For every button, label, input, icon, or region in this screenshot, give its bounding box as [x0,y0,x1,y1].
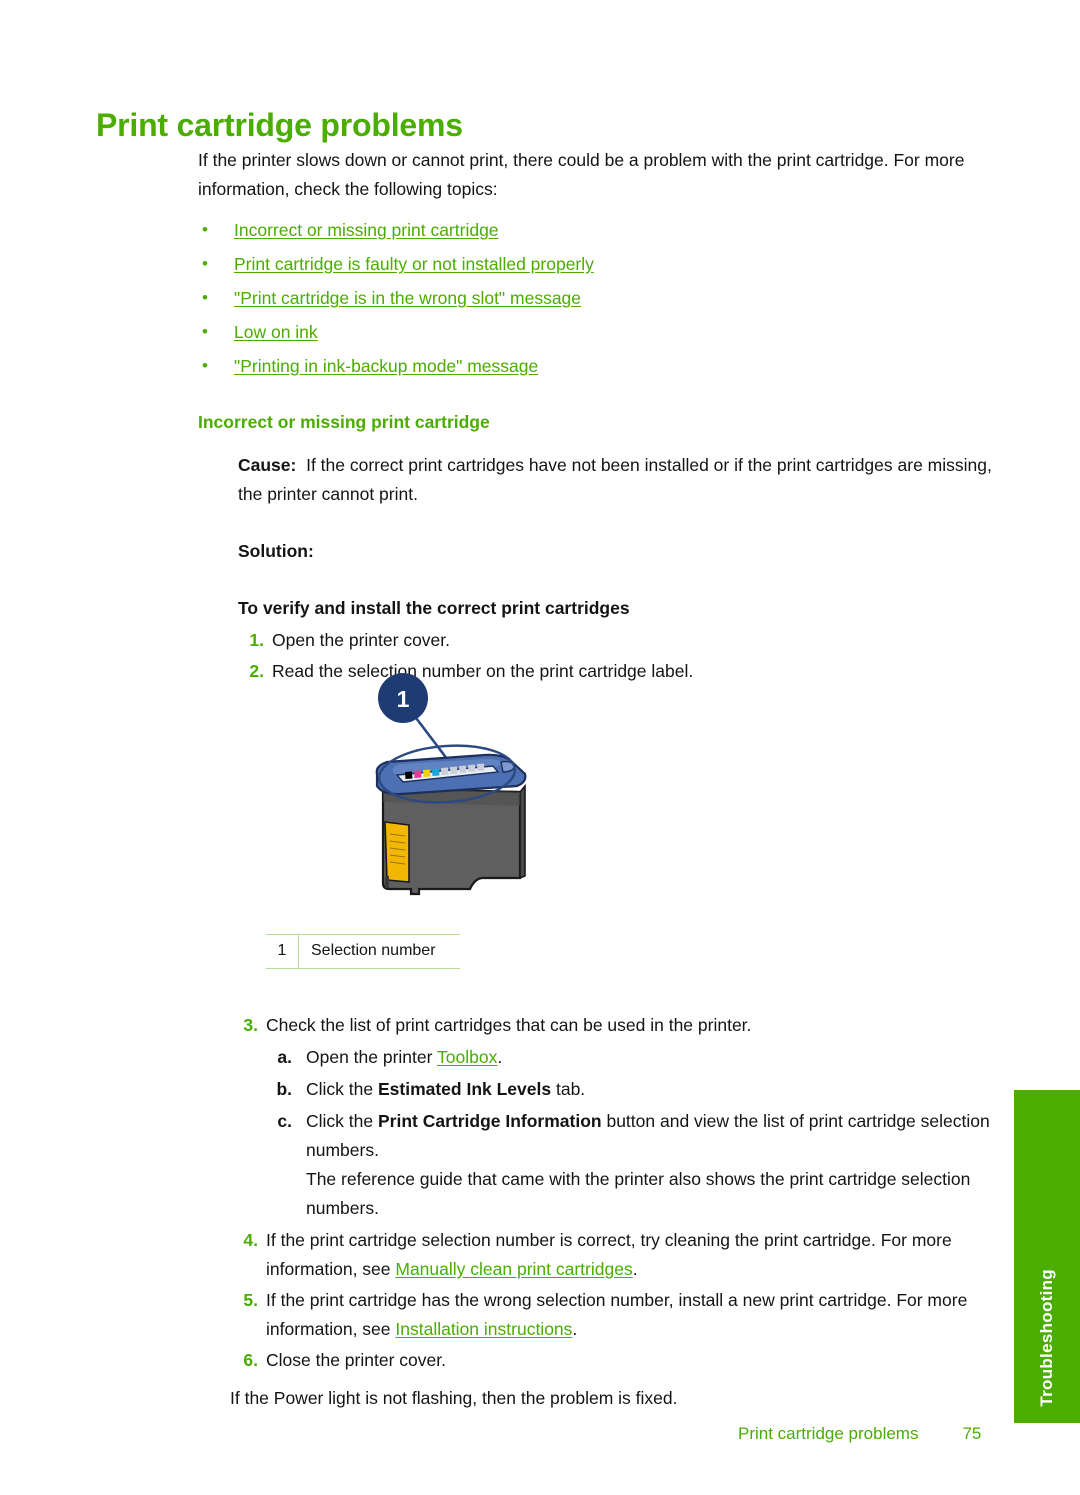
topic-link-ink-backup-mode-message[interactable]: "Printing in ink-backup mode" message [234,356,538,376]
ink-swatch [468,764,476,772]
substep-letter: a. [277,1047,292,1067]
substep-text-post: tab. [551,1079,586,1099]
ink-swatch [459,765,467,773]
ink-swatch [404,771,413,779]
side-tab-label: Troubleshooting [1037,1269,1056,1407]
substep-text-pre: Click the [306,1079,378,1099]
cartridge-nozzle-block [385,876,389,888]
caption-number: 1 [266,935,299,968]
bullet-icon: • [202,322,208,341]
list-item: • Low on ink [198,317,1010,347]
intro-paragraph: If the printer slows down or cannot prin… [198,150,965,199]
substep-item: c. Click the Print Cartridge Information… [266,1107,1010,1223]
substep-text-pre: Open the printer [306,1047,438,1067]
substep-item: a. Open the printer Toolbox. [266,1043,1010,1072]
manually-clean-print-cartridges-link[interactable]: Manually clean print cartridges [395,1259,632,1279]
main-content-lower: 3. Check the list of print cartridges th… [230,1008,1010,1413]
solution-label: Solution: [238,541,314,561]
substep-text-pre: Click the [306,1111,378,1131]
substep-text-post: . [497,1047,503,1067]
step-number: 5. [243,1290,258,1310]
topic-link-low-on-ink[interactable]: Low on ink [234,322,318,342]
side-tab-troubleshooting: Troubleshooting [1014,1090,1080,1423]
step-text-pre: If the print cartridge has the wrong sel… [266,1290,968,1339]
substep-note: The reference guide that came with the p… [306,1169,971,1218]
step-item: 5. If the print cartridge has the wrong … [230,1286,1010,1344]
ink-swatch [440,767,449,775]
topic-link-faulty-or-not-installed[interactable]: Print cartridge is faulty or not install… [234,254,594,274]
steps-list-lower: 3. Check the list of print cartridges th… [230,1011,1010,1375]
list-item: • "Print cartridge is in the wrong slot"… [198,283,1010,313]
list-item: • Print cartridge is faulty or not insta… [198,249,1010,279]
print-cartridge-information-button-name: Print Cartridge Information [377,1111,602,1131]
list-item: • Incorrect or missing print cartridge [198,215,1010,245]
ink-swatch [450,766,458,774]
ink-swatch [423,769,431,777]
cartridge-yellow-label [384,821,410,883]
bullet-icon: • [202,356,208,375]
step-number: 2. [249,661,264,681]
table-row: 1 Selection number [266,935,460,968]
bullet-icon: • [202,220,208,239]
step-text-post: . [632,1259,638,1279]
list-item: • "Printing in ink-backup mode" message [198,351,1010,381]
topic-link-wrong-slot-message[interactable]: "Print cartridge is in the wrong slot" m… [234,288,581,308]
bullet-icon: • [202,288,208,307]
section-heading: Incorrect or missing print cartridge [198,412,490,432]
step-number: 3. [243,1015,258,1035]
substep-letter: c. [277,1111,292,1131]
cause-text: If the correct print cartridges have not… [238,455,992,504]
step-text: Check the list of print cartridges that … [266,1015,752,1035]
closing-paragraph: If the Power light is not flashing, then… [230,1388,678,1408]
step-number: 6. [243,1350,258,1370]
document-page: Print cartridge problems If the printer … [0,0,1080,1495]
page-footer: Print cartridge problems 75 [738,1424,981,1444]
step-number: 4. [243,1230,258,1250]
cause-label: Cause: [238,455,297,475]
step-item: 3. Check the list of print cartridges th… [230,1011,1010,1223]
topic-link-list: • Incorrect or missing print cartridge •… [198,215,1010,381]
caption-text: Selection number [311,942,436,959]
footer-page-number: 75 [962,1424,982,1443]
ink-swatch [432,768,440,776]
cartridge-body-side [519,783,526,880]
procedure-title: To verify and install the correct print … [238,598,630,618]
callout-number: 1 [397,686,410,712]
estimated-ink-levels-tab-name: Estimated Ink Levels [377,1079,552,1099]
footer-title: Print cartridge problems [738,1424,919,1443]
page-title: Print cartridge problems [96,107,463,144]
figure-caption-table: 1 Selection number [266,934,460,969]
step-item: 4. If the print cartridge selection numb… [230,1226,1010,1284]
ink-swatch [413,770,422,778]
step-number: 1. [249,630,264,650]
substeps-list: a. Open the printer Toolbox. b. Click th… [266,1043,1010,1223]
section-body: Cause: If the correct print cartridges h… [238,451,1010,686]
toolbox-link[interactable]: Toolbox [437,1047,497,1067]
substep-item: b. Click the Estimated Ink Levels tab. [266,1075,1010,1104]
substep-letter: b. [276,1079,292,1099]
bullet-icon: • [202,254,208,273]
step-text-post: . [572,1319,578,1339]
ink-swatch [477,763,485,771]
topic-link-incorrect-or-missing[interactable]: Incorrect or missing print cartridge [234,220,499,240]
step-text: Open the printer cover. [272,630,451,650]
step-item: 1. Open the printer cover. [238,626,1010,655]
installation-instructions-link[interactable]: Installation instructions [395,1319,572,1339]
main-content-upper: If the printer slows down or cannot prin… [198,146,1010,688]
step-text: Close the printer cover. [266,1350,446,1370]
print-cartridge-figure: 1 [335,662,635,918]
step-item: 6. Close the printer cover. [230,1346,1010,1375]
cause-paragraph: Cause: If the correct print cartridges h… [238,451,1010,509]
